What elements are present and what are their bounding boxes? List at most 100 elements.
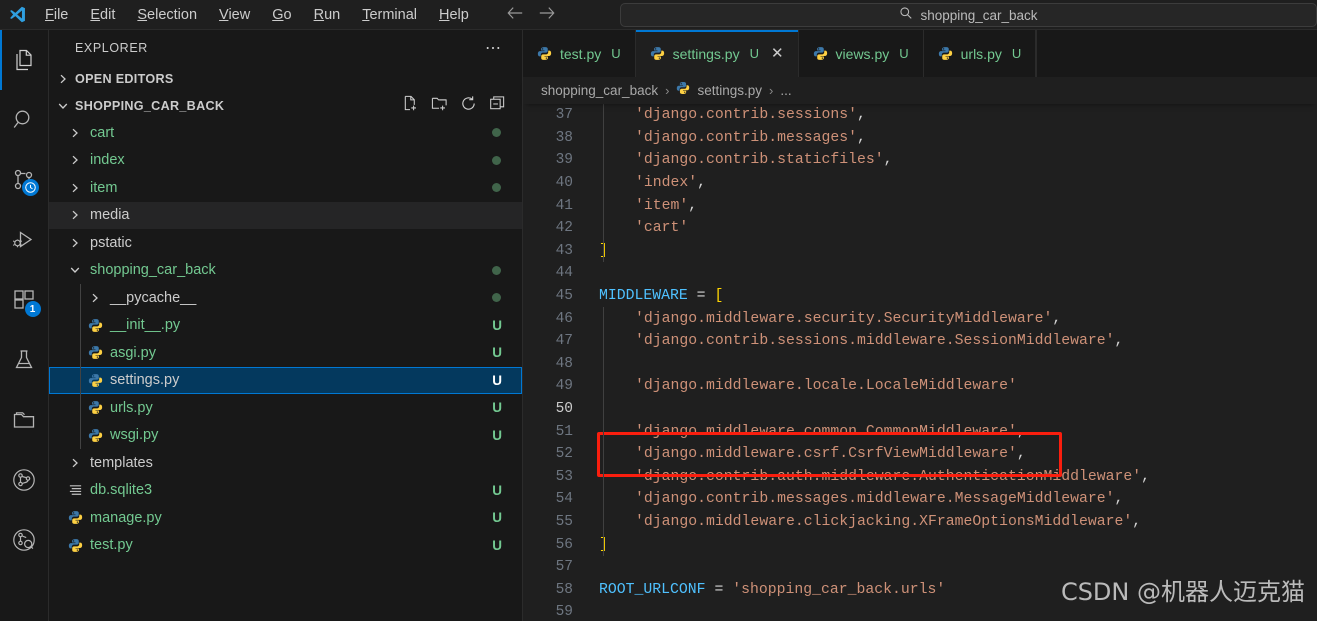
chevron-right-icon (72, 238, 78, 248)
section-open-editors[interactable]: OPEN EDITORS (49, 65, 522, 92)
token-str: 'cart' (635, 220, 689, 237)
code-line-content[interactable]: 'django.contrib.sessions.middleware.Sess… (591, 333, 1123, 349)
editor-group: test.py Usettings.py U ✕ views.py Uurls.py U s… (523, 30, 1317, 621)
token-op: = (687, 288, 715, 305)
tree-item-pstatic[interactable]: pstatic (49, 229, 522, 257)
activitybar-folder[interactable] (0, 390, 49, 450)
code-line-content[interactable]: 'index', (591, 175, 706, 191)
token-punc: , (1016, 423, 1026, 440)
code-line-content[interactable]: 'cart' (591, 220, 688, 236)
tab-label: settings.py (672, 45, 740, 62)
chevron-right-icon (72, 183, 78, 193)
git-modified-dot (492, 183, 501, 193)
code-line-content[interactable]: ] (591, 537, 608, 553)
code-line-content[interactable]: ] (591, 243, 608, 259)
tree-item-db-sqlite3[interactable]: db.sqlite3 U (49, 477, 522, 505)
code-line-content[interactable]: MIDDLEWARE = [ (591, 288, 723, 304)
refresh-icon[interactable] (460, 95, 477, 117)
menu-file[interactable]: File (34, 4, 79, 26)
activitybar-git-search[interactable] (0, 510, 49, 570)
line-number: 39 (555, 152, 573, 169)
collapse-all-icon[interactable] (489, 95, 506, 117)
tree-item-label: media (90, 207, 130, 224)
python-file-icon (87, 400, 103, 415)
tree-item-media[interactable]: media (49, 201, 522, 229)
code-line-content[interactable]: 'django.contrib.messages', (591, 130, 866, 146)
menu-terminal[interactable]: Terminal (351, 4, 428, 26)
activitybar-source-control[interactable] (0, 150, 49, 210)
breadcrumb-item-more[interactable]: ... (780, 83, 791, 98)
python-icon (88, 318, 102, 332)
menu-view[interactable]: View (208, 4, 261, 26)
tree-item-index[interactable]: index (49, 147, 522, 175)
activitybar-search[interactable] (0, 90, 49, 150)
menu-help[interactable]: Help (428, 4, 480, 26)
code-line-content[interactable]: 'django.middleware.security.SecurityMidd… (591, 311, 1061, 327)
git-status-badge: U (492, 537, 502, 553)
file-tree: cart index item media pstatic shopping_car_ba… (49, 119, 522, 559)
tree-item-label: item (90, 179, 118, 196)
code-line-content[interactable]: ROOT_URLCONF = 'shopping_car_back.urls' (591, 582, 945, 598)
editor-tab-views-py[interactable]: views.py U (798, 30, 924, 77)
ellipsis-icon[interactable]: ⋯ (485, 38, 502, 58)
menu-go[interactable]: Go (261, 4, 302, 26)
menu-run[interactable]: Run (303, 4, 352, 26)
breadcrumb-item-file[interactable]: settings.py (697, 83, 762, 98)
line-number: 48 (555, 355, 573, 372)
tree-item-settings-py[interactable]: settings.py U (49, 366, 522, 394)
tree-item-urls-py[interactable]: urls.py U (49, 394, 522, 422)
close-icon[interactable]: ✕ (771, 46, 784, 61)
tree-item-item[interactable]: item (49, 174, 522, 202)
tree-item-init-py[interactable]: __init__.py U (49, 311, 522, 339)
code-line-content[interactable]: 'django.middleware.locale.LocaleMiddlewa… (591, 378, 1017, 394)
menu-selection[interactable]: Selection (126, 4, 208, 26)
code-line-content[interactable]: 'django.middleware.clickjacking.XFrameOp… (591, 514, 1141, 530)
activitybar-git-graph[interactable] (0, 450, 49, 510)
arrow-right-icon[interactable] (538, 5, 556, 24)
tree-item-shopping-car-back[interactable]: shopping_car_back (49, 257, 522, 285)
tree-item-label: templates (90, 454, 153, 471)
code-line-content[interactable]: 'item', (591, 198, 697, 214)
section-project-root[interactable]: SHOPPING_CAR_BACK (49, 92, 522, 119)
editor-tab-urls-py[interactable]: urls.py U (923, 30, 1037, 77)
explorer-header: EXPLORER ⋯ (49, 30, 522, 65)
code-editor[interactable]: 37 'django.contrib.sessions', 38 'django.co… (523, 104, 1317, 621)
activitybar-extensions[interactable]: 1 (0, 270, 49, 330)
arrow-left-icon[interactable] (506, 5, 524, 24)
new-folder-icon[interactable] (431, 95, 448, 117)
tree-item-manage-py[interactable]: manage.py U (49, 504, 522, 532)
code-line-content[interactable]: 'django.contrib.auth.middleware.Authenti… (591, 469, 1150, 485)
tree-item-wsgi-py[interactable]: wsgi.py U (49, 421, 522, 449)
tree-item-asgi-py[interactable]: asgi.py U (49, 339, 522, 367)
token-str: 'django.middleware.locale.LocaleMiddlewa… (635, 378, 1017, 395)
breadcrumb-item-folder[interactable]: shopping_car_back (541, 83, 658, 98)
tree-item-label: index (90, 152, 125, 169)
activitybar-run-and-debug[interactable] (0, 210, 49, 270)
code-line-content[interactable]: 'django.middleware.csrf.CsrfViewMiddlewa… (591, 446, 1026, 462)
new-file-icon[interactable] (402, 95, 419, 117)
tree-item-pycache[interactable]: __pycache__ (49, 284, 522, 312)
line-number: 55 (555, 513, 573, 530)
tree-item-templates[interactable]: templates (49, 449, 522, 477)
command-center-search[interactable]: shopping_car_back (620, 3, 1317, 27)
code-line-45: 45 MIDDLEWARE = [ (523, 285, 1317, 308)
code-line-content[interactable]: 'django.contrib.staticfiles', (591, 152, 893, 168)
activity-bar: 1 (0, 30, 49, 621)
tree-item-label: db.sqlite3 (90, 482, 153, 499)
code-line-content[interactable]: 'django.contrib.sessions', (591, 107, 866, 123)
token-punc: , (1016, 446, 1026, 463)
activitybar-testing[interactable] (0, 330, 49, 390)
editor-tab-settings-py[interactable]: settings.py U ✕ (635, 30, 799, 77)
menu-edit[interactable]: Edit (79, 4, 126, 26)
editor-tab-test-py[interactable]: test.py U (523, 30, 636, 77)
code-line-content[interactable]: 'django.contrib.messages.middleware.Mess… (591, 491, 1123, 507)
python-icon (938, 46, 953, 61)
tree-item-test-py[interactable]: test.py U (49, 532, 522, 560)
git-status-badge: U (492, 372, 502, 388)
line-number: 58 (555, 581, 573, 598)
activitybar-explorer[interactable] (0, 30, 49, 90)
code-line-content[interactable]: 'django.middleware.common.CommonMiddlewa… (591, 424, 1026, 440)
tree-item-label: __init__.py (110, 317, 181, 334)
indent-guide (603, 104, 604, 263)
tree-item-cart[interactable]: cart (49, 119, 522, 147)
